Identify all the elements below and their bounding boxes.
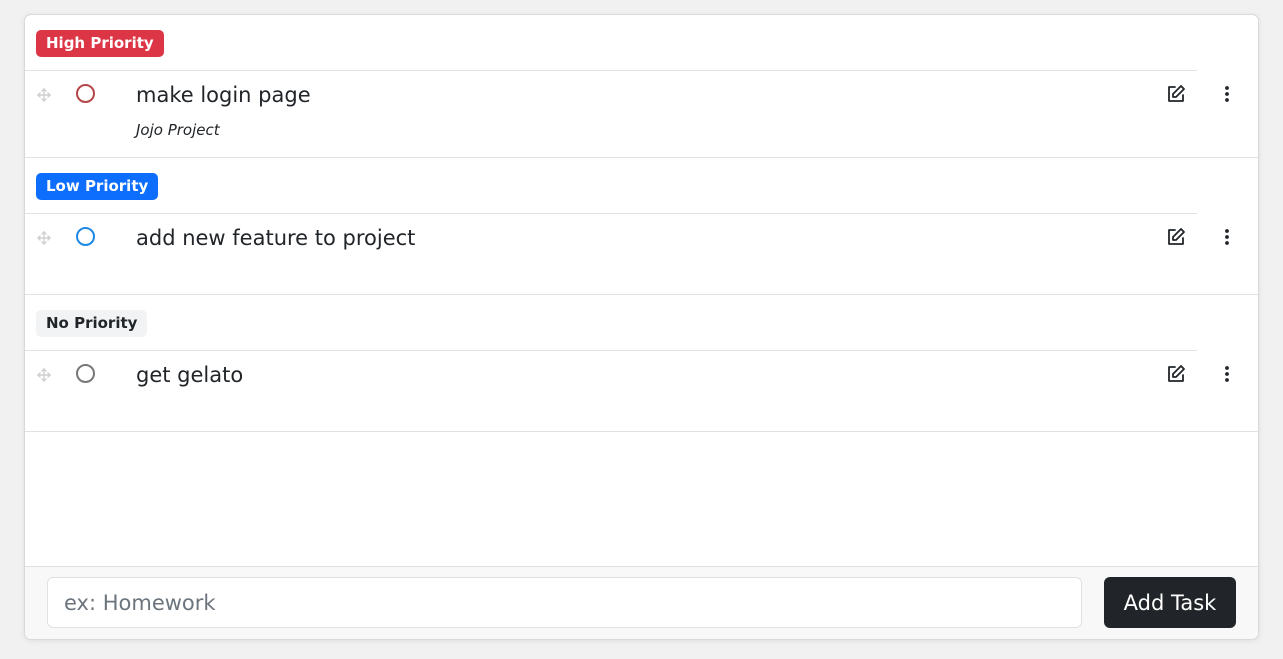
vertical-dots-icon[interactable] (1219, 226, 1235, 248)
priority-group-none: No Priority get gelato (25, 295, 1258, 432)
badge-row: Low Priority (25, 158, 1197, 214)
task-list-card: High Priority make login page Jojo Proje… (24, 14, 1259, 640)
add-task-button[interactable]: Add Task (1104, 577, 1236, 628)
drag-handle-icon[interactable] (37, 88, 51, 102)
task-item: get gelato (25, 351, 1258, 431)
vertical-dots-icon[interactable] (1219, 83, 1235, 105)
priority-group-low: Low Priority add new feature to project (25, 158, 1258, 295)
task-item: make login page Jojo Project (25, 71, 1258, 157)
priority-badge-high: High Priority (36, 30, 164, 57)
complete-checkbox[interactable] (76, 227, 95, 246)
vertical-dots-icon[interactable] (1219, 363, 1235, 385)
drag-handle-icon[interactable] (37, 231, 51, 245)
task-title[interactable]: get gelato (136, 363, 243, 387)
priority-badge-none: No Priority (36, 310, 148, 337)
edit-icon[interactable] (1165, 83, 1187, 105)
complete-checkbox[interactable] (76, 84, 95, 103)
priority-badge-low: Low Priority (36, 173, 159, 200)
task-title[interactable]: add new feature to project (136, 226, 415, 250)
drag-handle-icon[interactable] (37, 368, 51, 382)
priority-group-high: High Priority make login page Jojo Proje… (25, 15, 1258, 158)
edit-icon[interactable] (1165, 226, 1187, 248)
task-title[interactable]: make login page (136, 83, 311, 107)
new-task-input[interactable] (47, 577, 1082, 628)
edit-icon[interactable] (1165, 363, 1187, 385)
add-task-footer: Add Task (25, 566, 1258, 639)
badge-row: No Priority (25, 295, 1197, 351)
complete-checkbox[interactable] (76, 364, 95, 383)
badge-row: High Priority (25, 15, 1197, 71)
task-item: add new feature to project (25, 214, 1258, 294)
task-project: Jojo Project (136, 121, 220, 139)
